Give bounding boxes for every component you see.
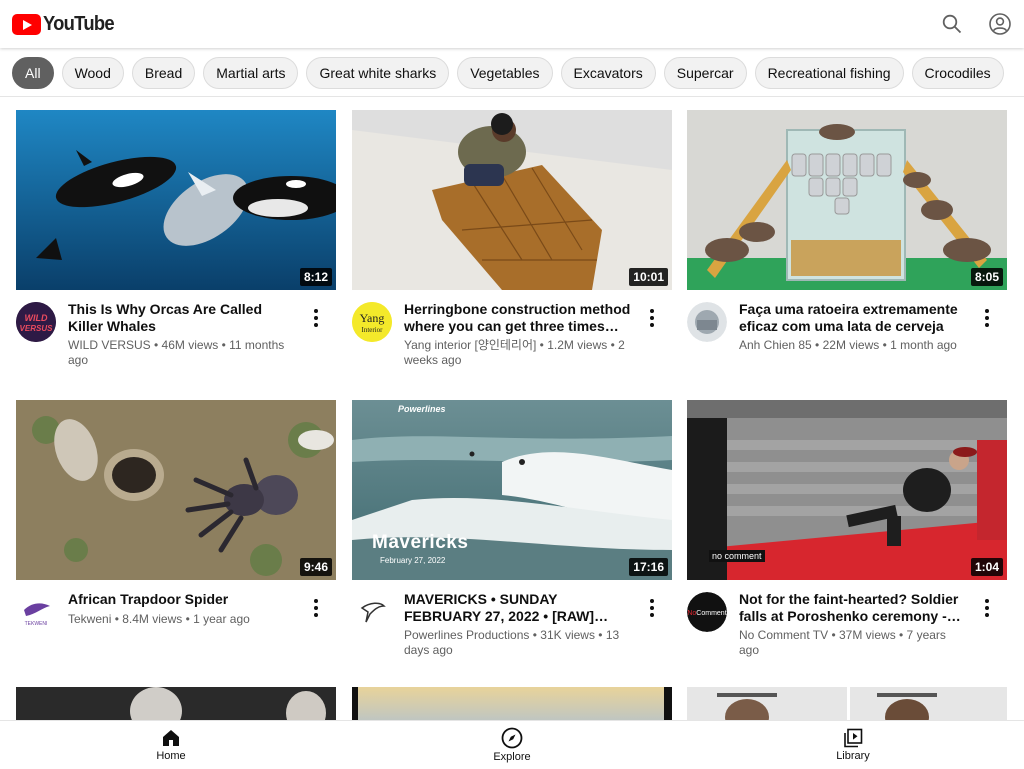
nav-library[interactable]: Library — [793, 721, 913, 769]
chip-excavators[interactable]: Excavators — [560, 57, 656, 89]
video-thumbnail[interactable] — [352, 687, 672, 720]
video-duration: 8:05 — [970, 268, 1003, 286]
channel-avatar[interactable] — [687, 302, 727, 342]
video-grid: 8:12 WILD VERSUS This Is Why Orcas Are Ca… — [0, 98, 1024, 720]
svg-text:Yang: Yang — [360, 311, 385, 325]
home-icon — [163, 730, 179, 746]
thumbnail-brand: Powerlines — [398, 404, 446, 414]
nav-library-label: Library — [836, 750, 870, 762]
svg-text:WILD: WILD — [25, 313, 48, 323]
youtube-play-icon — [12, 14, 41, 35]
svg-text:TEKWENI: TEKWENI — [25, 621, 48, 627]
video-meta: Tekweni • 8.4M views • 1 year ago — [68, 612, 250, 626]
video-thumbnail[interactable]: 9:46 — [16, 400, 336, 580]
nav-home-label: Home — [156, 750, 186, 762]
video-duration: 1:04 — [970, 558, 1003, 576]
channel-avatar[interactable] — [352, 592, 392, 632]
chip-vegetables[interactable]: Vegetables — [457, 57, 553, 89]
video-meta: Powerlines Productions • 31K views • 13 … — [404, 628, 620, 657]
more-options-icon[interactable] — [642, 306, 662, 330]
account-icon[interactable] — [988, 12, 1012, 36]
video-thumbnail[interactable]: 8:12 — [16, 110, 336, 290]
video-meta: WILD VERSUS • 46M views • 11 months ago — [68, 338, 285, 367]
video-meta: No Comment TV • 37M views • 7 years ago — [739, 628, 946, 657]
filter-chips-bar: All Wood Bread Martial arts Great white shar… — [0, 48, 1024, 97]
video-thumbnail[interactable]: no comment 1:04 — [687, 400, 1007, 580]
video-title[interactable]: African Trapdoor Spider — [68, 591, 296, 608]
chip-great-white-sharks[interactable]: Great white sharks — [306, 57, 450, 89]
video-duration: 10:01 — [629, 268, 668, 286]
chip-martial-arts[interactable]: Martial arts — [203, 57, 299, 89]
video-title[interactable]: Herringbone construction method where yo… — [404, 301, 632, 335]
svg-text:VERSUS: VERSUS — [20, 324, 54, 333]
chip-wood[interactable]: Wood — [61, 57, 124, 89]
video-title[interactable]: MAVERICKS • SUNDAY FEBRUARY 27, 2022 • [… — [404, 591, 632, 625]
logo-text: YouTube — [43, 13, 115, 35]
video-duration: 9:46 — [299, 558, 332, 576]
thumbnail-tag: no comment — [709, 550, 765, 562]
channel-avatar[interactable]: WILD VERSUS — [16, 302, 56, 342]
video-thumbnail[interactable]: 10:01 — [352, 110, 672, 290]
library-icon — [844, 728, 863, 748]
nav-home[interactable]: Home — [111, 721, 231, 769]
thumbnail-title: Mavericks — [372, 532, 469, 553]
video-meta: Yang interior [양인테리어] • 1.2M views • 2 w… — [404, 338, 625, 367]
top-app-bar: YouTube — [0, 0, 1024, 48]
bottom-navigation: Home Explore Library — [0, 720, 1024, 768]
chip-supercar[interactable]: Supercar — [663, 57, 747, 89]
video-duration: 17:16 — [629, 558, 668, 576]
youtube-logo[interactable]: YouTube — [12, 13, 120, 36]
video-duration: 8:12 — [299, 268, 332, 286]
more-options-icon[interactable] — [977, 306, 997, 330]
channel-avatar[interactable]: Yang Interior — [352, 302, 392, 342]
more-options-icon[interactable] — [642, 596, 662, 620]
chip-recreational-fishing[interactable]: Recreational fishing — [754, 57, 904, 89]
video-title[interactable]: This Is Why Orcas Are Called Killer Whal… — [68, 301, 296, 335]
compass-icon — [501, 727, 523, 749]
more-options-icon[interactable] — [977, 596, 997, 620]
chip-all[interactable]: All — [12, 57, 54, 89]
channel-avatar[interactable]: NoComment — [687, 592, 727, 632]
svg-text:NoComment: NoComment — [687, 610, 726, 617]
nav-explore-label: Explore — [493, 751, 531, 763]
video-thumbnail[interactable] — [687, 687, 1007, 720]
chip-crocodiles[interactable]: Crocodiles — [911, 57, 1004, 89]
video-thumbnail[interactable]: Powerlines Mavericks February 27, 2022 1… — [352, 400, 672, 580]
more-options-icon[interactable] — [306, 306, 326, 330]
channel-avatar[interactable]: TEKWENI — [16, 592, 56, 632]
nav-explore[interactable]: Explore — [452, 721, 572, 769]
chip-bread[interactable]: Bread — [131, 57, 196, 89]
svg-text:Interior: Interior — [362, 326, 384, 334]
thumbnail-date: February 27, 2022 — [380, 556, 446, 565]
video-title[interactable]: Not for the faint-hearted? Soldier falls… — [739, 591, 967, 625]
video-title[interactable]: Faça uma ratoeira extremamente eficaz co… — [739, 301, 967, 335]
video-thumbnail[interactable]: 8:05 — [687, 110, 1007, 290]
more-options-icon[interactable] — [306, 596, 326, 620]
video-meta: Anh Chien 85 • 22M views • 1 month ago — [739, 338, 957, 352]
video-thumbnail[interactable] — [16, 687, 336, 720]
search-icon[interactable] — [940, 12, 964, 36]
